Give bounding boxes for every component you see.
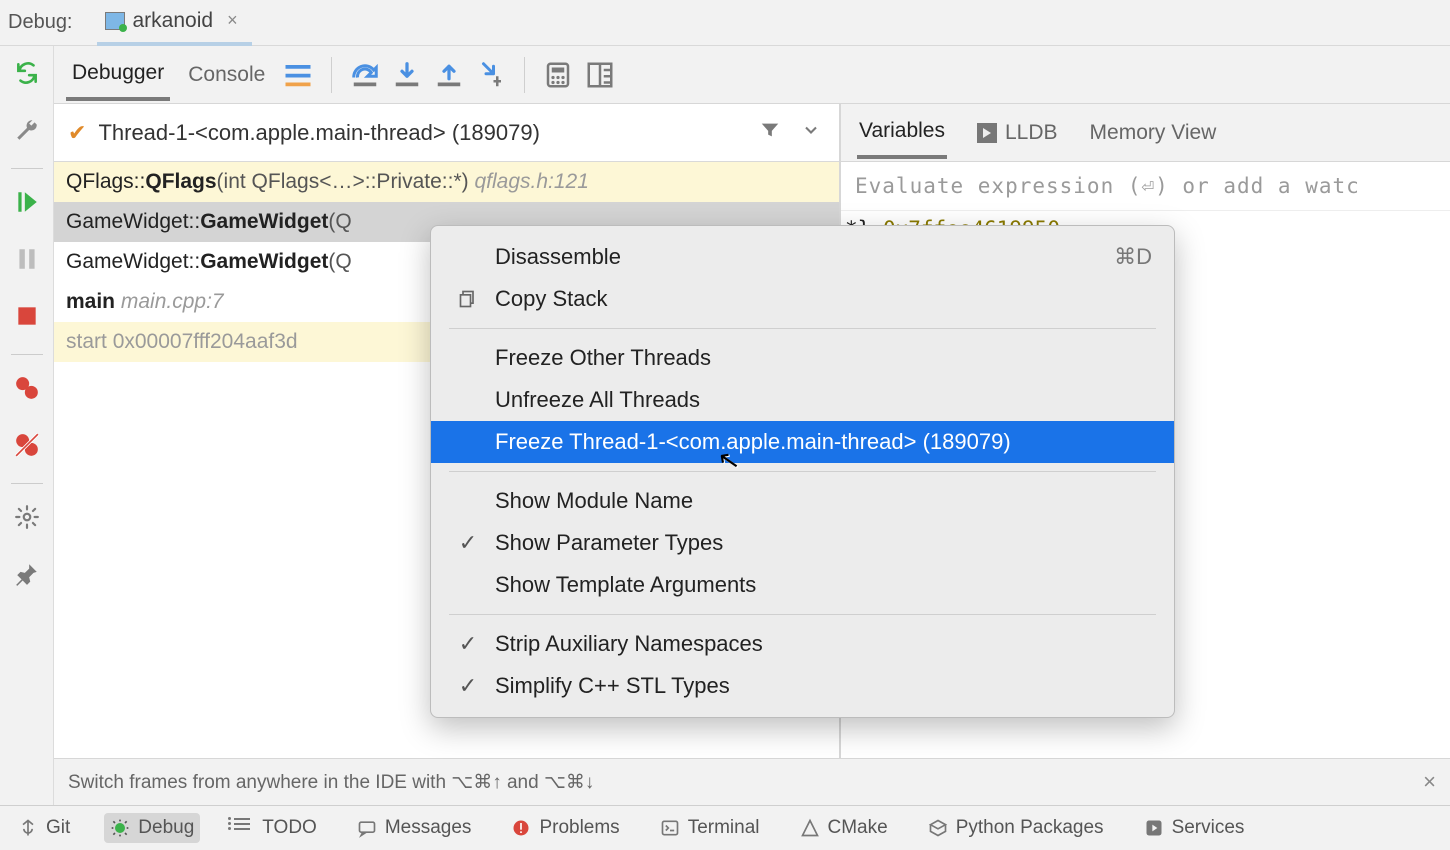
- tab-console[interactable]: Console: [182, 51, 271, 99]
- ctx-show-param-types[interactable]: ✓ Show Parameter Types: [431, 522, 1174, 564]
- ctx-freeze-thread[interactable]: Freeze Thread-1-<com.apple.main-thread> …: [431, 421, 1174, 463]
- run-config-tab[interactable]: arkanoid ×: [97, 0, 252, 46]
- separator: [524, 57, 525, 93]
- resume-icon[interactable]: [14, 189, 40, 220]
- bottom-python-packages[interactable]: Python Packages: [922, 813, 1110, 843]
- separator: [331, 57, 332, 93]
- step-over-icon[interactable]: [350, 61, 380, 89]
- separator: [449, 328, 1156, 329]
- separator: [449, 471, 1156, 472]
- rerun-icon[interactable]: [14, 60, 40, 91]
- tab-lldb[interactable]: LLDB: [975, 109, 1060, 157]
- frame-row[interactable]: QFlags::QFlags(int QFlags<…>::Private::*…: [54, 162, 839, 202]
- pin-icon[interactable]: [14, 561, 40, 592]
- separator: [11, 354, 43, 355]
- close-icon[interactable]: ×: [1423, 769, 1436, 795]
- debugger-subtabs: Debugger Console: [54, 46, 1450, 104]
- check-icon: ✓: [453, 631, 483, 657]
- bottom-git[interactable]: Git: [12, 813, 76, 843]
- context-menu: Disassemble ⌘D Copy Stack Freeze Other T…: [430, 225, 1175, 718]
- copy-icon: [453, 289, 483, 309]
- toolwindow-header: Debug: arkanoid ×: [0, 0, 1450, 46]
- separator: [449, 614, 1156, 615]
- bottom-terminal[interactable]: Terminal: [654, 813, 766, 843]
- check-icon: ✓: [453, 673, 483, 699]
- step-into-icon[interactable]: [392, 61, 422, 89]
- ctx-show-module[interactable]: Show Module Name: [431, 480, 1174, 522]
- bottom-problems[interactable]: Problems: [505, 813, 625, 843]
- ctx-simplify-stl[interactable]: ✓ Simplify C++ STL Types: [431, 665, 1174, 707]
- tab-debugger[interactable]: Debugger: [66, 49, 170, 101]
- step-out-icon[interactable]: [434, 61, 464, 89]
- tab-memory-view[interactable]: Memory View: [1088, 109, 1219, 157]
- ctx-freeze-other[interactable]: Freeze Other Threads: [431, 337, 1174, 379]
- calculator-icon[interactable]: [543, 61, 573, 89]
- separator: [11, 483, 43, 484]
- bottom-messages[interactable]: Messages: [351, 813, 478, 843]
- ctx-copy-stack[interactable]: Copy Stack: [431, 278, 1174, 320]
- settings-gear-icon[interactable]: [14, 504, 40, 535]
- bottom-debug[interactable]: Debug: [104, 813, 200, 843]
- debug-action-rail: [0, 46, 54, 805]
- run-config-name: arkanoid: [133, 9, 214, 33]
- list-icon: [234, 818, 254, 838]
- tab-variables[interactable]: Variables: [857, 107, 947, 159]
- threads-icon[interactable]: [283, 61, 313, 89]
- ctx-strip-namespaces[interactable]: ✓ Strip Auxiliary Namespaces: [431, 623, 1174, 665]
- bottom-cmake[interactable]: CMake: [794, 813, 894, 843]
- close-icon[interactable]: ×: [227, 10, 238, 31]
- layout-icon[interactable]: [585, 61, 615, 89]
- ctx-show-template-args[interactable]: Show Template Arguments: [431, 564, 1174, 606]
- play-icon: [977, 123, 997, 143]
- mute-breakpoints-icon[interactable]: [14, 432, 40, 463]
- check-icon: ✓: [453, 530, 483, 556]
- hint-text: Switch frames from anywhere in the IDE w…: [68, 771, 594, 794]
- separator: [11, 168, 43, 169]
- filter-icon[interactable]: [755, 115, 785, 150]
- view-breakpoints-icon[interactable]: [14, 375, 40, 406]
- run-config-icon: [105, 12, 125, 30]
- thread-selector[interactable]: ✔ Thread-1-<com.apple.main-thread> (1890…: [54, 104, 839, 162]
- bottom-services[interactable]: Services: [1138, 813, 1251, 843]
- bottom-toolbar: Git Debug TODO Messages Problems Termina…: [0, 805, 1450, 850]
- chevron-down-icon[interactable]: [797, 116, 825, 149]
- ctx-disassemble[interactable]: Disassemble ⌘D: [431, 236, 1174, 278]
- check-icon: ✔: [68, 120, 86, 146]
- hint-bar: Switch frames from anywhere in the IDE w…: [54, 758, 1450, 805]
- wrench-icon[interactable]: [14, 117, 40, 148]
- toolwindow-title: Debug:: [8, 11, 73, 34]
- pause-icon[interactable]: [14, 246, 40, 277]
- right-tabs: Variables LLDB Memory View: [841, 104, 1450, 162]
- evaluate-expression-input[interactable]: Evaluate expression (⏎) or add a watc: [841, 162, 1450, 211]
- thread-label: Thread-1-<com.apple.main-thread> (189079…: [98, 120, 743, 146]
- ctx-unfreeze-all[interactable]: Unfreeze All Threads: [431, 379, 1174, 421]
- bottom-todo[interactable]: TODO: [228, 813, 323, 843]
- stop-icon[interactable]: [14, 303, 40, 334]
- run-to-cursor-icon[interactable]: [476, 61, 506, 89]
